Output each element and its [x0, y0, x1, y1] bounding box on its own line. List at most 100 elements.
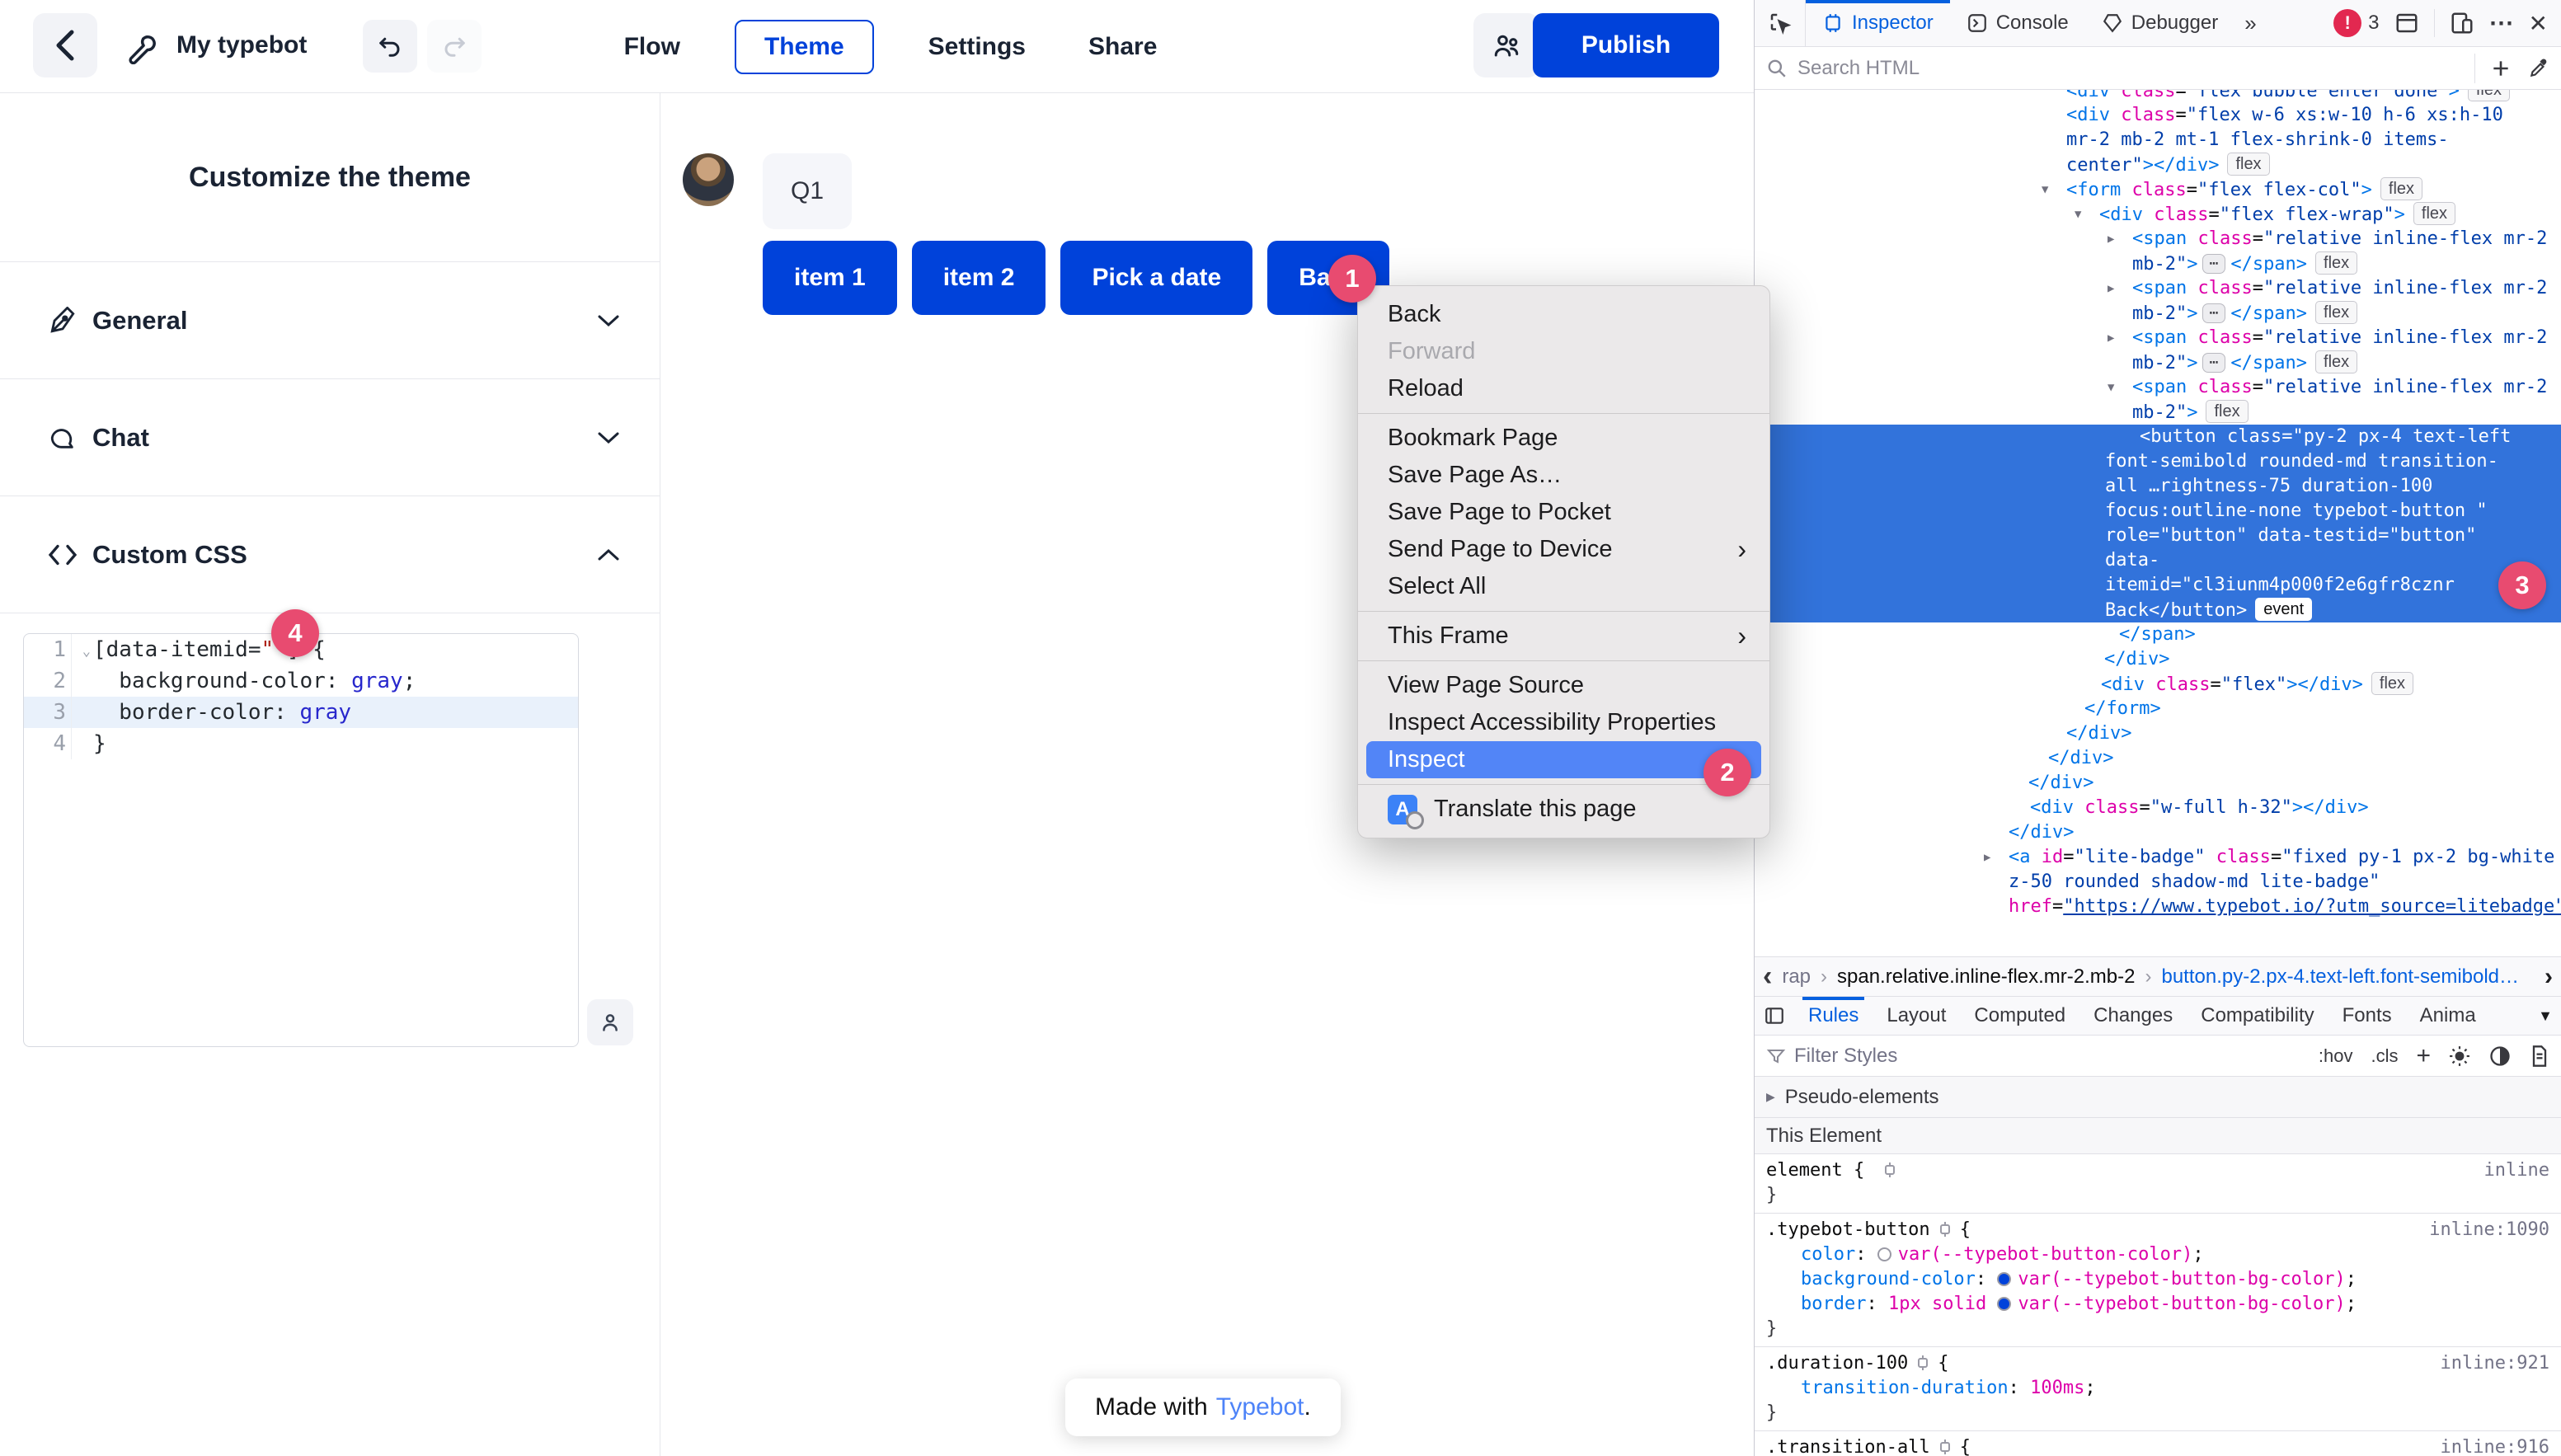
devtools-tab-inspector[interactable]: Inspector	[1806, 0, 1950, 46]
css-declaration[interactable]: transition-duration: 100ms;	[1755, 1376, 2561, 1401]
flex-badge[interactable]: flex	[2227, 153, 2269, 176]
pseudo-elements-section[interactable]: ▶ Pseudo-elements	[1755, 1077, 2561, 1118]
collapse-icon[interactable]: ▼	[2075, 202, 2081, 227]
menu-item-bookmark-page[interactable]: Bookmark Page	[1358, 420, 1769, 457]
panel-tab-compatibility[interactable]: Compatibility	[2187, 997, 2328, 1035]
tree-node[interactable]: focus:outline-none typebot-button "	[1755, 499, 2561, 524]
tree-node[interactable]: all …rightness-75 duration-100	[1755, 474, 2561, 499]
tree-node[interactable]: Back</button>event	[1755, 598, 2561, 622]
tree-node[interactable]: mb-2">⋯</span>flex	[1755, 301, 2561, 326]
choice-button[interactable]: item 2	[912, 241, 1046, 315]
tree-node[interactable]: </div>	[1755, 820, 2561, 845]
color-swatch[interactable]	[1997, 1272, 2011, 1286]
add-node-icon[interactable]	[2490, 58, 2512, 79]
editor-line[interactable]: 2 background-color: gray;	[24, 665, 578, 697]
menu-item-send-page-to-device[interactable]: Send Page to Device›	[1358, 531, 1769, 568]
light-theme-icon[interactable]	[2449, 1045, 2470, 1067]
choice-button[interactable]: item 1	[763, 241, 897, 315]
tab-flow[interactable]: Flow	[616, 20, 688, 74]
inline-expander[interactable]: ⋯	[2202, 353, 2225, 373]
close-devtools-icon[interactable]: ✕	[2529, 10, 2548, 37]
panel-tab-anima[interactable]: Anima	[2406, 997, 2490, 1035]
menu-item-select-all[interactable]: Select All	[1358, 568, 1769, 605]
menu-item-reload[interactable]: Reload	[1358, 370, 1769, 407]
tree-node[interactable]: <div class="flex"></div>flex	[1755, 672, 2561, 697]
collapse-icon[interactable]: ▼	[2108, 375, 2114, 400]
flex-badge[interactable]: flex	[2315, 301, 2357, 324]
tab-share[interactable]: Share	[1080, 20, 1165, 74]
meatball-menu-icon[interactable]: ⋯	[2489, 9, 2514, 38]
undo-button[interactable]	[363, 20, 417, 73]
rule-selector[interactable]: element {	[1755, 1158, 2561, 1183]
section-chat[interactable]: Chat	[0, 379, 660, 496]
tree-node[interactable]: mr-2 mb-2 mt-1 flex-shrink-0 items-	[1755, 128, 2561, 153]
panel-tab-changes[interactable]: Changes	[2079, 997, 2187, 1035]
typebot-link[interactable]: Typebot	[1216, 1393, 1304, 1421]
add-rule-icon[interactable]: +	[2416, 1042, 2431, 1070]
rule-location[interactable]: inline:921	[2441, 1351, 2549, 1376]
tab-settings[interactable]: Settings	[920, 20, 1034, 74]
eyedropper-icon[interactable]	[2528, 58, 2549, 79]
color-swatch[interactable]	[1877, 1247, 1891, 1261]
responsive-mode-icon[interactable]	[2450, 11, 2474, 35]
rule-location[interactable]: inline	[2484, 1158, 2549, 1183]
event-badge[interactable]: event	[2255, 598, 2312, 621]
class-toggle[interactable]: .cls	[2371, 1045, 2398, 1067]
breadcrumb-item[interactable]: button.py-2.px-4.text-left.font-semibold…	[2161, 965, 2519, 989]
search-html-bar[interactable]: Search HTML	[1755, 47, 2561, 90]
tree-node[interactable]: <div class="flex bubble enter done">flex	[1755, 90, 2561, 103]
tree-node[interactable]: role="button" data-testid="button"	[1755, 524, 2561, 548]
css-declaration[interactable]: color: var(--typebot-button-color);	[1755, 1242, 2561, 1267]
tree-node[interactable]: z-50 rounded shadow-md lite-badge"	[1755, 870, 2561, 895]
tree-node[interactable]: <button class="py-2 px-4 text-left	[1755, 425, 2561, 449]
error-badge-icon[interactable]: !	[2333, 9, 2361, 37]
css-declaration[interactable]: border: 1px solid var(--typebot-button-b…	[1755, 1292, 2561, 1317]
split-console-icon[interactable]	[2394, 11, 2419, 35]
panel-tab-computed[interactable]: Computed	[1960, 997, 2079, 1035]
tree-node[interactable]: ▶<span class="relative inline-flex mr-2	[1755, 326, 2561, 350]
tree-node[interactable]: ▶<span class="relative inline-flex mr-2	[1755, 276, 2561, 301]
tree-node[interactable]: ▼<div class="flex flex-wrap">flex	[1755, 202, 2561, 227]
menu-item-this-frame[interactable]: This Frame›	[1358, 618, 1769, 655]
inline-expander[interactable]: ⋯	[2202, 254, 2225, 274]
back-button[interactable]	[33, 13, 97, 77]
color-swatch[interactable]	[1997, 1297, 2011, 1311]
tree-node[interactable]: ▶<span class="relative inline-flex mr-2	[1755, 227, 2561, 251]
tree-node[interactable]: ▶<a id="lite-badge" class="fixed py-1 px…	[1755, 845, 2561, 870]
tree-node[interactable]: center"></div>flex	[1755, 153, 2561, 177]
breadcrumb-item[interactable]: span.relative.inline-flex.mr-2.mb-2	[1837, 965, 2135, 989]
tree-node[interactable]: ▼<form class="flex flex-col">flex	[1755, 177, 2561, 202]
print-media-icon[interactable]	[2530, 1045, 2549, 1068]
more-tabs-button[interactable]: »	[2234, 11, 2266, 36]
editor-line[interactable]: 4}	[24, 728, 578, 759]
breadcrumb-forward-icon[interactable]: ›	[2545, 963, 2553, 991]
inline-expander[interactable]: ⋯	[2202, 303, 2225, 323]
tree-node[interactable]: data-	[1755, 548, 2561, 573]
section-general[interactable]: General	[0, 262, 660, 379]
breadcrumb-back-icon[interactable]: ‹	[1763, 960, 1772, 993]
tree-node[interactable]: ▼<span class="relative inline-flex mr-2	[1755, 375, 2561, 400]
expand-icon[interactable]: ▶	[2108, 326, 2114, 350]
flex-badge[interactable]: flex	[2371, 672, 2413, 695]
devtools-tab-console[interactable]: Console	[1950, 0, 2085, 46]
tree-node[interactable]: href="https://www.typebot.io/?utm_source…	[1755, 895, 2561, 919]
menu-item-inspect-accessibility-properties[interactable]: Inspect Accessibility Properties	[1358, 704, 1769, 741]
css-declaration[interactable]: background-color: var(--typebot-button-b…	[1755, 1267, 2561, 1292]
panel-tabs-caret-icon[interactable]: ▼	[2538, 1007, 2561, 1025]
tree-node[interactable]: </div>	[1755, 771, 2561, 796]
tree-node[interactable]: mb-2">⋯</span>flex	[1755, 251, 2561, 276]
expand-icon[interactable]: ▶	[2108, 227, 2114, 251]
tree-node[interactable]: </span>	[1755, 622, 2561, 647]
breadcrumb-item[interactable]: rap	[1782, 965, 1811, 989]
flex-badge[interactable]: flex	[2206, 400, 2248, 423]
preview-avatar-toggle-button[interactable]	[587, 999, 633, 1045]
tree-node[interactable]: <div class="flex w-6 xs:w-10 h-6 xs:h-10	[1755, 103, 2561, 128]
tree-node[interactable]: mb-2">flex	[1755, 400, 2561, 425]
tab-theme[interactable]: Theme	[735, 20, 874, 74]
redo-button[interactable]	[427, 20, 482, 73]
typebot-name[interactable]: My typebot	[176, 31, 307, 59]
tree-node[interactable]: </div>	[1755, 721, 2561, 746]
custom-css-editor[interactable]: 1⌄[data-itemid=""] {2 background-color: …	[23, 633, 579, 1047]
tree-node[interactable]: <div class="w-full h-32"></div>	[1755, 796, 2561, 820]
tree-node[interactable]: font-semibold rounded-md transition-	[1755, 449, 2561, 474]
